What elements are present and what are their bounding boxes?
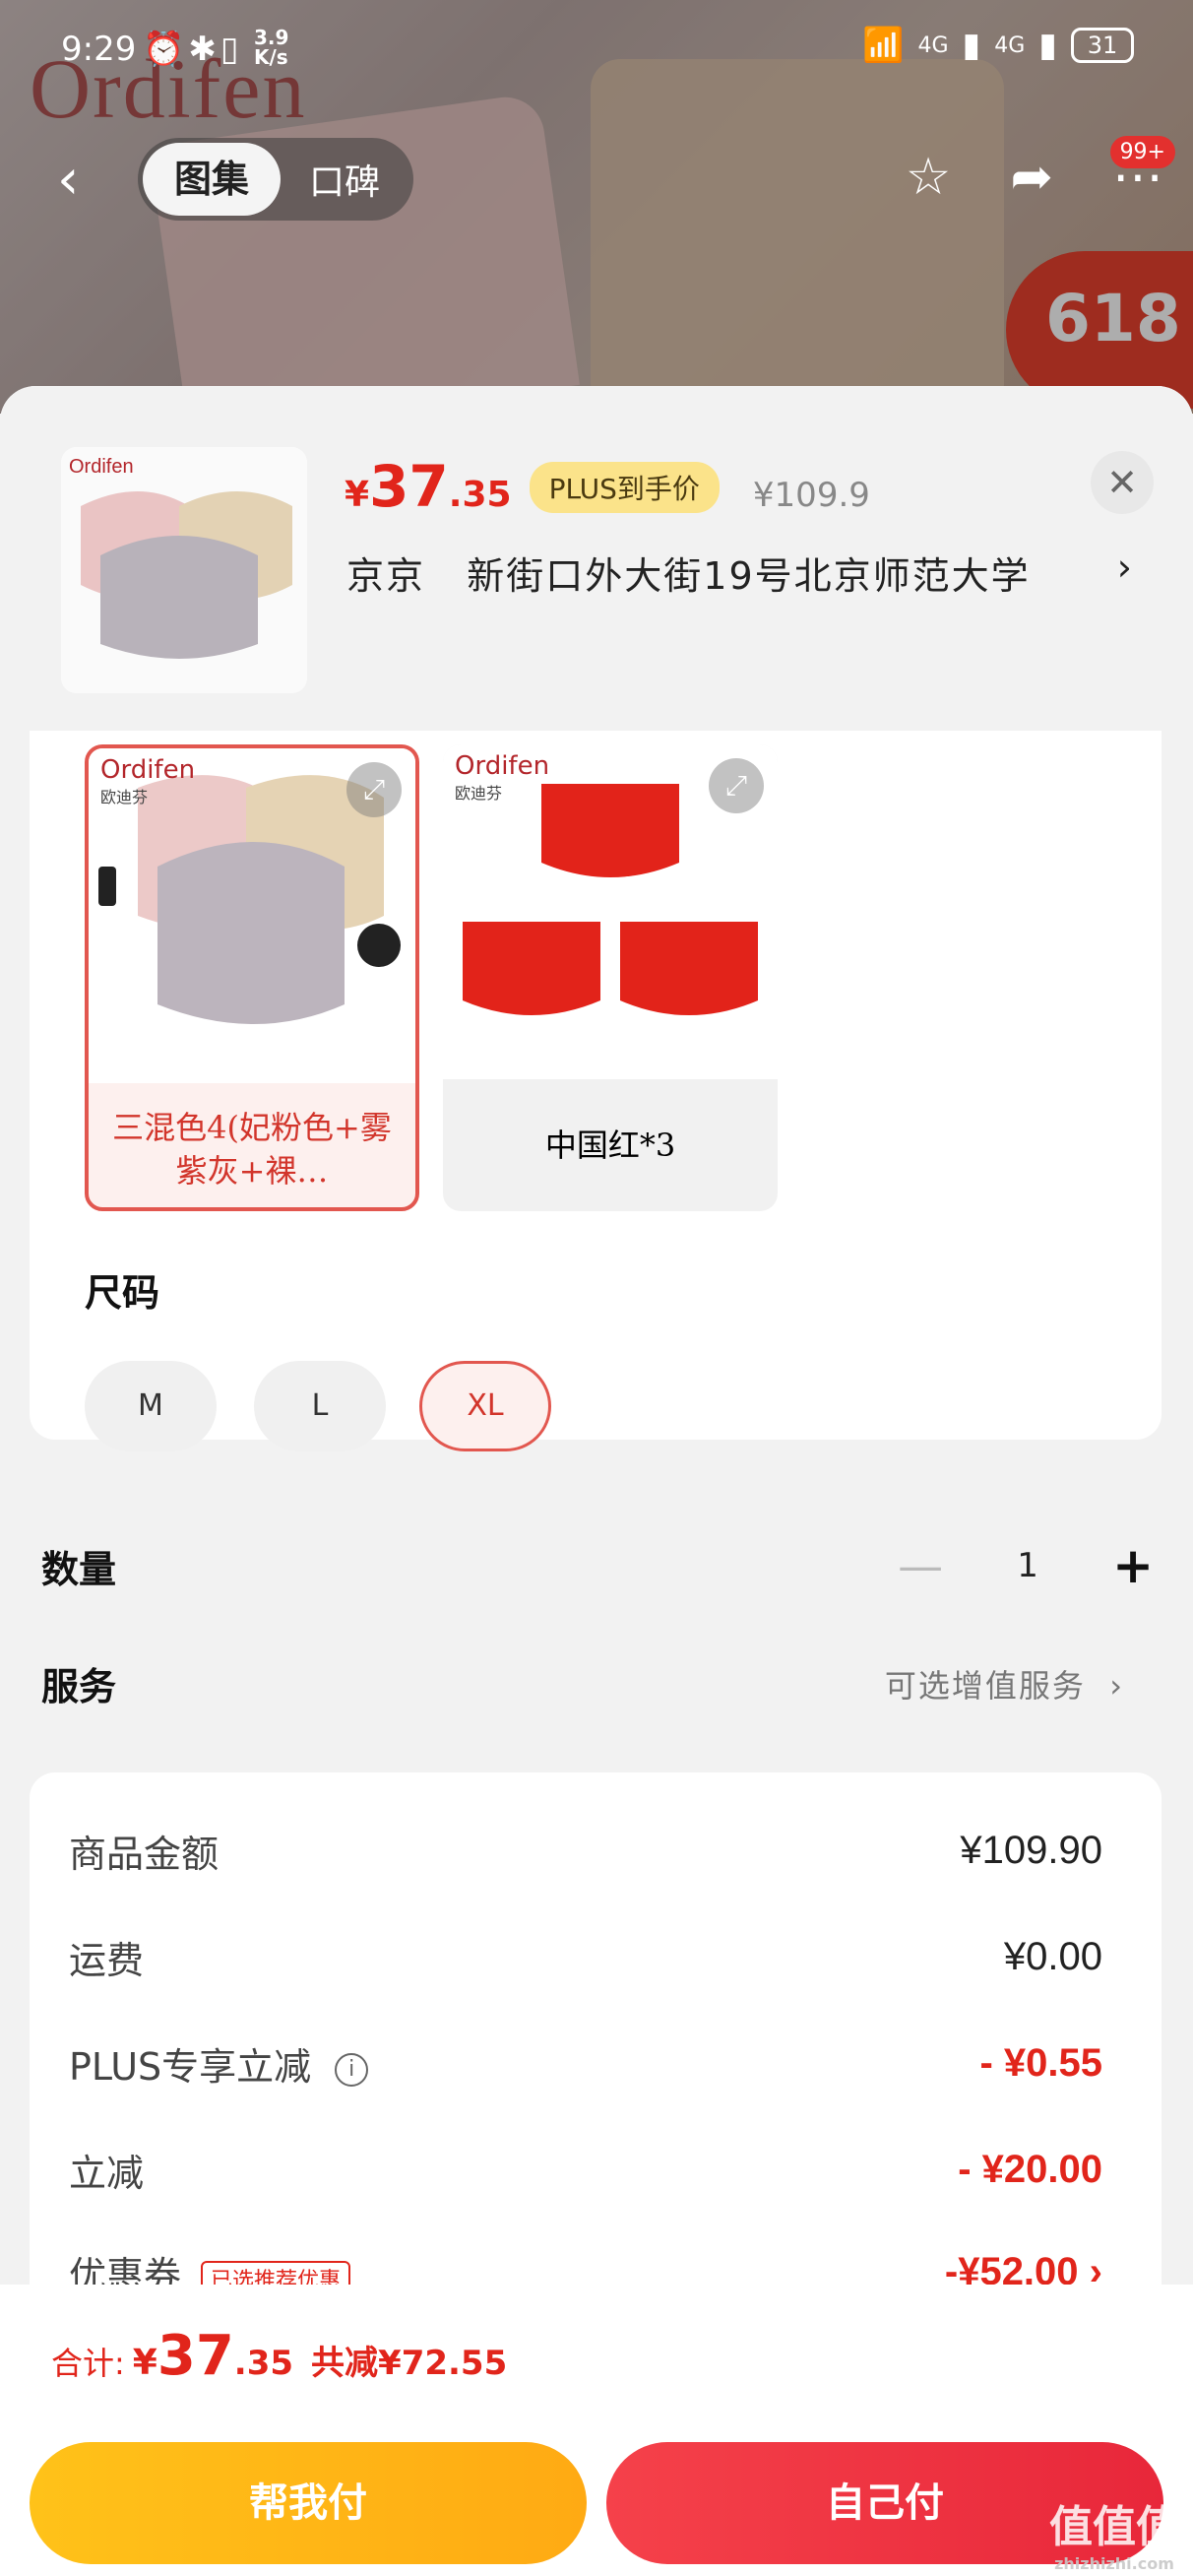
- product-thumbnail[interactable]: Ordifen: [61, 447, 307, 693]
- svg-text:Ordifen: Ordifen: [69, 456, 134, 478]
- sheet-header: Ordifen ¥ 37 .35 PLUS到手价 ¥109.9 ✕ 京京 新街口…: [0, 386, 1193, 731]
- summary-goods: 商品金额 ¥109.90: [69, 1829, 1102, 1876]
- tab-reviews[interactable]: 口碑: [281, 154, 408, 205]
- wifi-icon: 📶: [862, 26, 905, 65]
- checkout-footer: 合计: ¥ 37 .35 共减¥72.55 帮我付 自己付: [0, 2285, 1193, 2576]
- media-tabs: 图集 口碑: [138, 138, 413, 221]
- variant-brand-1: Ordifen 欧迪芬: [100, 755, 196, 806]
- quantity-row: 数量 — 1 +: [41, 1534, 1154, 1597]
- expand-icon[interactable]: ⤢: [709, 758, 764, 813]
- net-speed: 3.9 K/s: [254, 26, 289, 69]
- price-symbol: ¥: [345, 475, 370, 515]
- service-row[interactable]: 服务 可选增值服务 ›: [41, 1656, 1124, 1710]
- sku-sheet: Ordifen ¥ 37 .35 PLUS到手价 ¥109.9 ✕ 京京 新街口…: [0, 386, 1193, 2576]
- price-decimal: .35: [448, 475, 512, 515]
- size-option-l[interactable]: L: [254, 1361, 386, 1451]
- variant-label-2: 中国红*3: [544, 1127, 676, 1164]
- variant-image-1: Ordifen 欧迪芬 ⤢: [89, 748, 415, 1083]
- total-integer: 37: [157, 2324, 234, 2388]
- info-icon[interactable]: i: [335, 2052, 369, 2087]
- address-name: 京京: [346, 554, 426, 598]
- size-title: 尺码: [85, 1271, 160, 1315]
- tab-gallery[interactable]: 图集: [143, 143, 281, 216]
- status-time: 9:29: [61, 30, 137, 69]
- size-option-xl[interactable]: XL: [419, 1361, 551, 1451]
- options-card: Ordifen 欧迪芬 ⤢ 三混色4(妃粉色+雾紫灰+裸… Ordifen 欧迪芬 …: [30, 731, 1162, 1451]
- status-icons-right: 📶 4G ▮ 4G ▮ 31: [862, 26, 1134, 65]
- status-bar: 9:29 ⏰✱▯ 3.9 K/s 📶 4G ▮ 4G ▮ 31: [0, 0, 1193, 98]
- expand-icon[interactable]: ⤢: [346, 762, 402, 817]
- service-value: 可选增值服务 ›: [884, 1666, 1124, 1705]
- quantity-title: 数量: [41, 1547, 117, 1591]
- product-thumb-image: Ordifen: [61, 447, 307, 693]
- notification-badge: 99+: [1109, 136, 1175, 168]
- signal-4g-a: 4G: [917, 32, 949, 58]
- back-icon[interactable]: ‹: [57, 148, 79, 212]
- summary-shipping: 运费 ¥0.00: [69, 1935, 1102, 1982]
- signal-4g-b: 4G: [994, 32, 1026, 58]
- chevron-right-icon: ›: [1109, 1666, 1124, 1705]
- star-icon[interactable]: ☆: [906, 148, 952, 207]
- total-saved: 共减¥72.55: [311, 2344, 508, 2383]
- service-title: 服务: [41, 1665, 117, 1708]
- watermark: 值值值 zhizhizhi.com: [1049, 2502, 1179, 2573]
- address-text: 新街口外大街19号北京师范大学: [467, 554, 1031, 598]
- price-row: ¥ 37 .35 PLUS到手价 ¥109.9: [345, 453, 870, 521]
- close-button[interactable]: ✕: [1091, 451, 1154, 514]
- variant-brand-2: Ordifen 欧迪芬: [455, 751, 550, 803]
- total-symbol: ¥: [132, 2343, 157, 2383]
- minus-button[interactable]: —: [898, 1539, 943, 1592]
- original-price: ¥109.9: [752, 476, 870, 515]
- price-integer: 37: [369, 453, 449, 520]
- variant-option-2[interactable]: Ordifen 欧迪芬 ⤢ 中国红*3: [443, 744, 778, 1211]
- chevron-right-icon: ›: [1116, 546, 1134, 589]
- variant-option-1[interactable]: Ordifen 欧迪芬 ⤢ 三混色4(妃粉色+雾紫灰+裸…: [85, 744, 419, 1211]
- signal-bars-icon-2: ▮: [1038, 26, 1057, 65]
- signal-bars-icon: ▮: [962, 26, 981, 65]
- total-row: 合计: ¥ 37 .35 共减¥72.55: [51, 2324, 507, 2388]
- total-label: 合计:: [51, 2345, 125, 2382]
- quantity-stepper: — 1 +: [898, 1534, 1154, 1597]
- plus-price-tag: PLUS到手价: [529, 462, 720, 513]
- status-icons-left: ⏰✱▯: [143, 30, 243, 69]
- summary-discount: 立减 - ¥20.00: [69, 2148, 1102, 2195]
- battery-icon: 31: [1071, 28, 1134, 63]
- help-pay-button[interactable]: 帮我付: [30, 2442, 587, 2564]
- address-row[interactable]: 京京 新街口外大街19号北京师范大学 ›: [346, 546, 1134, 600]
- price-summary-card: 商品金额 ¥109.90 运费 ¥0.00 PLUS专享立减 i - ¥0.55 立减…: [30, 1772, 1162, 2324]
- variant-image-2: Ordifen 欧迪芬 ⤢: [443, 744, 778, 1079]
- total-decimal: .35: [233, 2344, 294, 2383]
- quantity-value[interactable]: 1: [967, 1534, 1090, 1597]
- size-option-m[interactable]: M: [85, 1361, 217, 1451]
- plus-button[interactable]: +: [1112, 1537, 1154, 1594]
- share-icon[interactable]: ➦: [1010, 148, 1053, 207]
- summary-plus: PLUS专享立减 i - ¥0.55: [69, 2041, 1102, 2089]
- variant-label-1: 三混色4(妃粉色+雾紫灰+裸…: [112, 1109, 392, 1190]
